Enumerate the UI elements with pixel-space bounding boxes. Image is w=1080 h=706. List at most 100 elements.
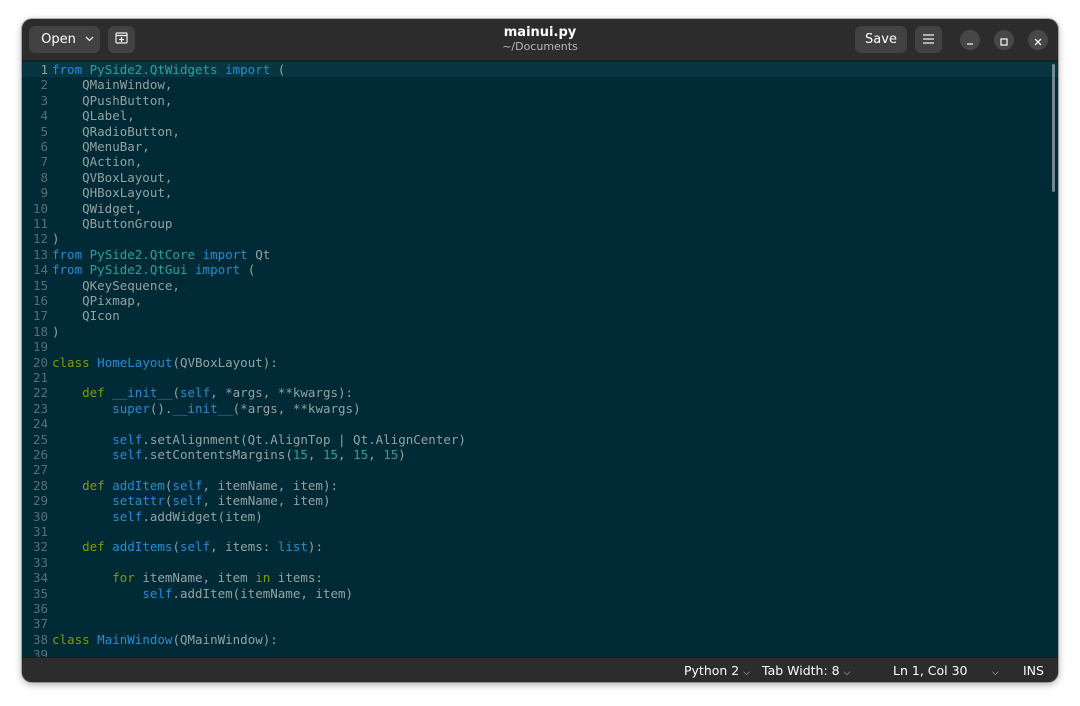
status-bar: Python 2 ⌵ Tab Width: 8 ⌵ Ln 1, Col 30 ⌵ I… <box>22 657 1058 682</box>
code-token: import <box>195 262 241 278</box>
code-line[interactable]: 14 from PySide2.QtGui import ( <box>22 262 1058 277</box>
code-token: ) <box>52 231 60 247</box>
code-token: HomeLayout <box>97 354 173 370</box>
line-code: QAction, <box>52 154 142 169</box>
code-token: QPixmap, <box>52 293 143 308</box>
code-line[interactable]: 5 QRadioButton, <box>22 124 1058 139</box>
language-label: Python 2 <box>684 663 740 678</box>
code-line[interactable]: 33 <box>22 555 1058 570</box>
line-number: 35 <box>32 585 48 601</box>
code-token: , *args, **kwargs): <box>210 385 354 401</box>
tab-width-selector[interactable]: Tab Width: 8 ⌵ <box>762 663 850 678</box>
line-code: QPixmap, <box>52 293 142 308</box>
code-line[interactable]: 12) <box>22 231 1058 246</box>
line-number: 12 <box>32 231 48 247</box>
line-code: def __init__(self, *args, **kwargs): <box>52 385 353 400</box>
code-line[interactable]: 18) <box>22 324 1058 339</box>
code-line[interactable]: 19 <box>22 339 1058 354</box>
code-line[interactable]: 21 <box>22 370 1058 385</box>
line-number: 24 <box>32 416 48 432</box>
code-line[interactable]: 28 def addItem(self, itemName, item): <box>22 478 1058 493</box>
code-line[interactable]: 34 for itemName, item in items: <box>22 570 1058 585</box>
code-line[interactable]: 38 class MainWindow(QMainWindow): <box>22 632 1058 647</box>
code-line[interactable]: 10 QWidget, <box>22 201 1058 216</box>
line-number: 8 <box>40 169 48 185</box>
code-line[interactable]: 30 self.addWidget(item) <box>22 509 1058 524</box>
code-line[interactable]: 29 setattr(self, itemName, item) <box>22 493 1058 508</box>
code-line[interactable]: 2 QMainWindow, <box>22 77 1058 92</box>
code-line[interactable]: 37 <box>22 616 1058 631</box>
code-editor[interactable]: 1 from PySide2.QtWidgets import (2 QMainW… <box>22 61 1058 657</box>
line-number: 20 <box>32 354 48 370</box>
save-button[interactable]: Save <box>855 26 907 53</box>
code-token: ) <box>52 323 60 339</box>
code-line[interactable]: 4 QLabel, <box>22 108 1058 123</box>
line-number: 29 <box>32 493 48 509</box>
code-token: MainWindow <box>97 631 173 647</box>
code-token: Qt <box>247 246 271 262</box>
code-token: 15 <box>292 447 308 462</box>
code-token: (). <box>149 400 173 416</box>
code-line[interactable]: 1 from PySide2.QtWidgets import ( <box>22 62 1058 78</box>
close-button[interactable] <box>1028 30 1048 50</box>
code-line[interactable]: 35 self.addItem(itemName, item) <box>22 586 1058 601</box>
code-line[interactable]: 27 <box>22 462 1058 477</box>
vertical-scrollbar[interactable] <box>1052 64 1055 192</box>
position-menu[interactable]: ⌵ <box>988 663 999 678</box>
code-token: .setAlignment(Qt.AlignTop | Qt.AlignCent… <box>142 431 466 447</box>
code-line[interactable]: 11 QButtonGroup <box>22 216 1058 231</box>
cursor-position[interactable]: Ln 1, Col 30 <box>893 663 968 678</box>
code-line[interactable]: 8 QVBoxLayout, <box>22 170 1058 185</box>
code-line[interactable]: 26 self.setContentsMargins(15, 15, 15, 1… <box>22 447 1058 462</box>
code-line[interactable]: 13 from PySide2.QtCore import Qt <box>22 247 1058 262</box>
code-token: QButtonGroup <box>52 216 173 231</box>
code-line[interactable]: 6 QMenuBar, <box>22 139 1058 154</box>
code-line[interactable]: 39 <box>22 647 1058 657</box>
minimize-button[interactable] <box>960 30 980 50</box>
code-line[interactable]: 3 QPushButton, <box>22 93 1058 108</box>
code-line[interactable]: 7 QAction, <box>22 154 1058 169</box>
code-line[interactable]: 25 self.setAlignment(Qt.AlignTop | Qt.Al… <box>22 432 1058 447</box>
code-line[interactable]: 16 QPixmap, <box>22 293 1058 308</box>
code-line[interactable]: 32 def addItems(self, items: list): <box>22 539 1058 554</box>
code-line[interactable]: 22 def __init__(self, *args, **kwargs): <box>22 385 1058 400</box>
code-line[interactable]: 24 <box>22 416 1058 431</box>
code-line[interactable]: 36 <box>22 601 1058 616</box>
line-code: from PySide2.QtWidgets import ( <box>52 62 285 77</box>
language-selector[interactable]: Python 2 ⌵ <box>684 663 750 678</box>
line-number: 13 <box>32 246 48 262</box>
code-line[interactable]: 31 <box>22 524 1058 539</box>
editor-window: Open mainui.py ~/Documents Save 1 from P… <box>22 19 1058 682</box>
insert-mode-indicator[interactable]: INS <box>1023 663 1044 678</box>
line-number: 23 <box>32 400 48 416</box>
line-number: 36 <box>32 601 48 616</box>
maximize-button[interactable] <box>994 30 1014 50</box>
code-line[interactable]: 9 QHBoxLayout, <box>22 185 1058 200</box>
line-code: QMenuBar, <box>52 139 150 154</box>
line-code: QLabel, <box>52 108 135 123</box>
code-token: , <box>307 447 323 462</box>
code-line[interactable]: 20 class HomeLayout(QVBoxLayout): <box>22 355 1058 370</box>
code-token: def <box>82 477 105 493</box>
code-line[interactable]: 17 QIcon <box>22 308 1058 323</box>
line-number: 34 <box>32 570 48 586</box>
line-number: 25 <box>32 431 48 447</box>
code-token: self <box>179 539 211 555</box>
code-token: 15 <box>322 447 339 462</box>
line-code: QRadioButton, <box>52 124 180 139</box>
line-number: 10 <box>32 200 48 216</box>
menu-button[interactable] <box>915 26 942 53</box>
code-line[interactable]: 23 super().__init__(*args, **kwargs) <box>22 401 1058 416</box>
line-number: 21 <box>32 370 48 385</box>
code-token: QIcon <box>52 308 120 324</box>
line-code: setattr(self, itemName, item) <box>52 493 330 508</box>
line-code: self.addWidget(item) <box>52 509 263 524</box>
line-code: super().__init__(*args, **kwargs) <box>52 400 360 416</box>
line-number: 18 <box>32 323 48 339</box>
code-line[interactable]: 15 QKeySequence, <box>22 278 1058 293</box>
line-number: 7 <box>40 154 48 170</box>
